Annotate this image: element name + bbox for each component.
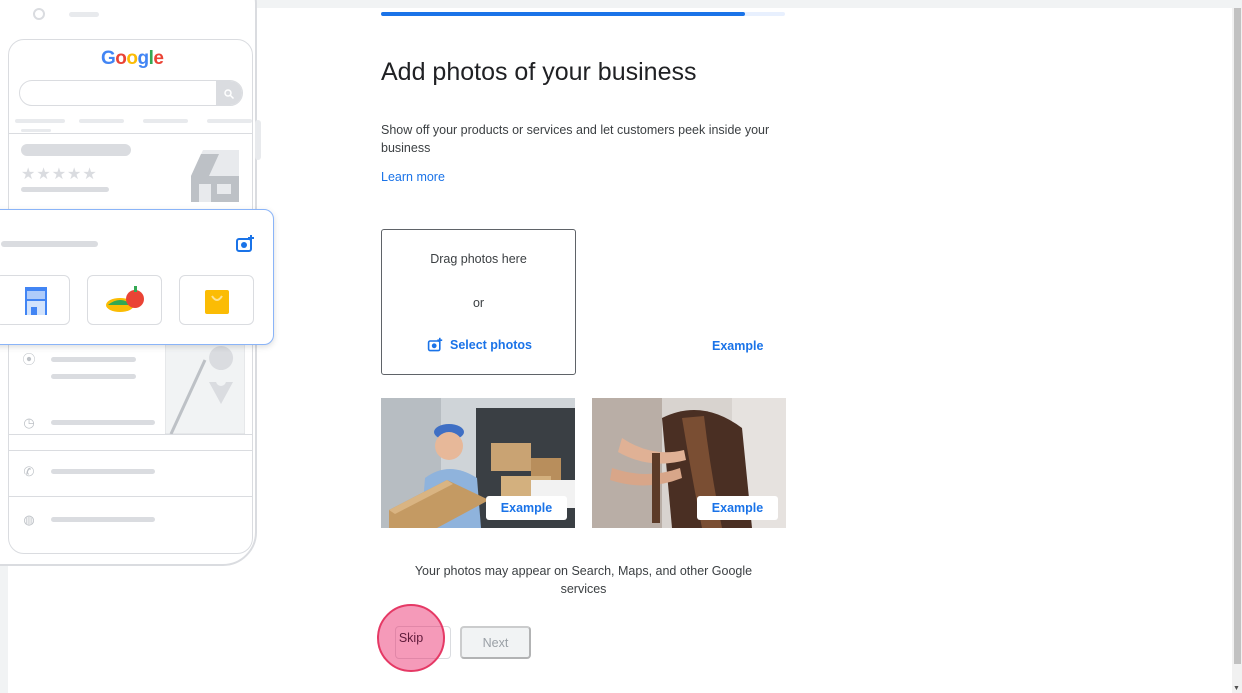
photo-drop-zone[interactable]: Drag photos here or Select photos	[381, 229, 576, 375]
example-photo-delivery: Example	[381, 398, 575, 528]
click-highlight: Skip	[377, 604, 445, 672]
drag-photos-text: Drag photos here	[430, 252, 527, 266]
tab-placeholder	[15, 119, 65, 123]
storefront-thumbnail	[0, 275, 70, 325]
page-title: Add photos of your business	[381, 58, 697, 86]
food-icon	[105, 286, 144, 312]
website-placeholder	[51, 517, 155, 522]
tab-placeholder	[143, 119, 188, 123]
shopping-thumbnail	[179, 275, 254, 325]
address-placeholder	[51, 357, 136, 362]
add-photo-icon	[427, 337, 443, 352]
select-photos-button[interactable]: Select photos	[427, 337, 532, 353]
example-chip[interactable]: Example	[697, 496, 778, 520]
rating-stars: ★★★★★	[21, 166, 98, 183]
shopping-bag-icon	[204, 290, 229, 314]
address-placeholder	[51, 374, 136, 379]
food-thumbnail	[87, 275, 162, 325]
divider	[9, 496, 252, 497]
tab-placeholder	[207, 119, 252, 123]
example-chip[interactable]: Example	[486, 496, 567, 520]
progress-bar	[381, 12, 785, 16]
phone-speaker-bar	[69, 12, 99, 17]
skip-button-label: Skip	[398, 631, 424, 645]
location-pin-icon: ⦿	[22, 352, 36, 367]
tab-placeholder	[79, 119, 124, 123]
divider	[9, 450, 252, 451]
map-thumbnail	[165, 340, 245, 434]
progress-bar-fill	[381, 12, 745, 16]
globe-icon: ◍	[23, 512, 35, 527]
business-name-placeholder	[21, 144, 131, 156]
photos-card-illustration	[0, 209, 274, 345]
tab-indicator	[21, 129, 51, 132]
divider	[9, 434, 252, 435]
search-icon	[216, 81, 242, 105]
select-photos-label: Select photos	[450, 338, 532, 352]
scroll-down-arrow-icon[interactable]: ▼	[1233, 685, 1240, 692]
divider	[9, 133, 252, 134]
clock-icon: ◷	[23, 415, 35, 430]
or-text: or	[472, 296, 485, 310]
phone-icon: ✆	[23, 464, 35, 479]
phone-camera-dot	[33, 8, 45, 20]
photos-disclaimer: Your photos may appear on Search, Maps, …	[414, 564, 753, 596]
category-placeholder	[21, 187, 109, 192]
add-photo-icon	[236, 235, 254, 252]
next-button[interactable]: Next	[460, 626, 531, 659]
scrollbar-thumb[interactable]	[1234, 8, 1241, 664]
mini-search-bar	[19, 80, 243, 106]
phone-number-placeholder	[51, 469, 155, 474]
hours-placeholder	[51, 420, 155, 425]
example-photo-hair: Example	[592, 398, 786, 528]
storefront-icon	[24, 287, 47, 315]
phone-side-button	[255, 120, 261, 160]
storefront-icon	[191, 150, 239, 202]
example-link[interactable]: Example	[712, 339, 763, 353]
learn-more-link[interactable]: Learn more	[381, 170, 445, 184]
google-logo: Google	[101, 48, 164, 69]
page-subtitle: Show off your products or services and l…	[381, 123, 770, 155]
card-title-placeholder	[1, 241, 98, 247]
vertical-scrollbar[interactable]: ▼	[1232, 8, 1242, 693]
